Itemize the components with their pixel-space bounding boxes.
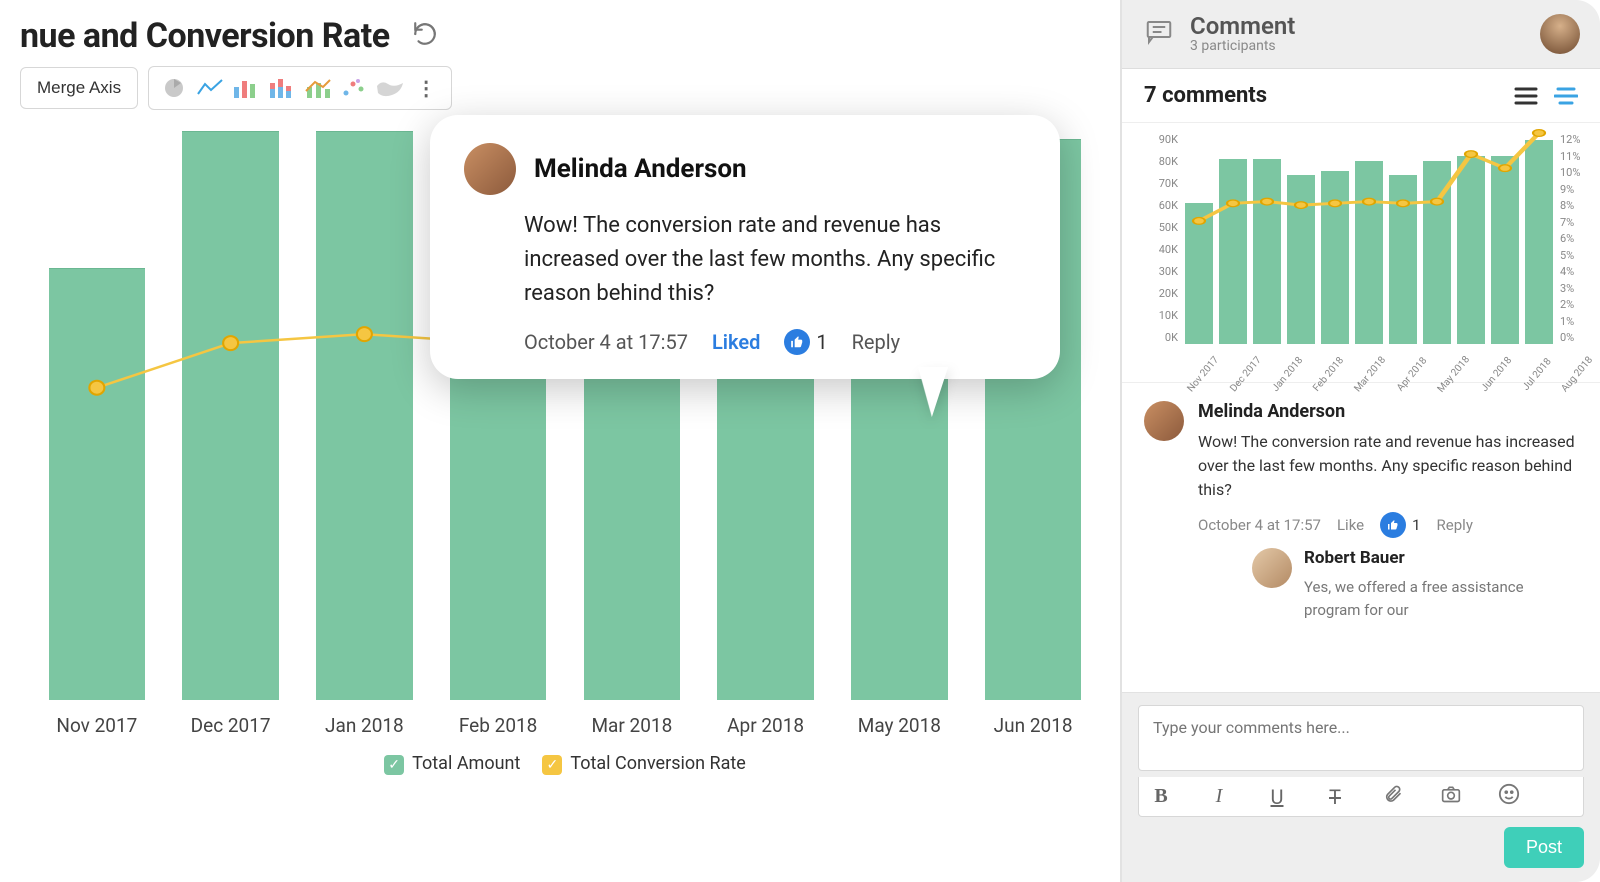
italic-icon[interactable]: I: [1207, 785, 1231, 808]
x-tick: Dec 2017: [164, 714, 298, 737]
bar-chart-icon[interactable]: [231, 73, 261, 103]
comment-list: Melinda Anderson Wow! The conversion rat…: [1122, 383, 1600, 692]
annotation-body: Wow! The conversion rate and revenue has…: [524, 209, 1026, 311]
main-panel: nue and Conversion Rate Merge Axis ⋮: [0, 0, 1120, 882]
scatter-chart-icon[interactable]: [339, 73, 369, 103]
stacked-bar-chart-icon[interactable]: [267, 73, 297, 103]
like-button[interactable]: Like: [1337, 516, 1364, 534]
reply-body: Yes, we offered a free assistance progra…: [1304, 576, 1578, 621]
x-tick: Nov 2017: [30, 714, 164, 737]
comment-reply: Robert Bauer Yes, we offered a free assi…: [1252, 548, 1578, 631]
mini-chart[interactable]: 90K80K70K60K50K40K30K20K10K0K 12%11%10%9…: [1122, 123, 1600, 383]
comment-count: 7 comments: [1144, 83, 1267, 108]
sidebar-title: Comment: [1190, 14, 1295, 38]
reply-author: Robert Bauer: [1304, 548, 1578, 568]
legend-label-1: Total Amount: [412, 753, 520, 774]
composer-toolbar: B I U T: [1138, 777, 1584, 817]
merge-axis-button[interactable]: Merge Axis: [20, 67, 138, 109]
strikethrough-icon[interactable]: T: [1323, 785, 1347, 809]
underline-icon[interactable]: U: [1265, 785, 1289, 809]
map-chart-icon[interactable]: [375, 73, 405, 103]
legend-swatch-total-conversion: ✓: [542, 755, 562, 775]
thumbs-up-icon: [784, 329, 810, 355]
refresh-icon[interactable]: [412, 21, 438, 51]
attachment-icon[interactable]: [1381, 783, 1405, 810]
more-options-icon[interactable]: ⋮: [411, 73, 441, 103]
x-tick: Apr 2018: [699, 714, 833, 737]
comment-body: Wow! The conversion rate and revenue has…: [1198, 430, 1578, 502]
comment-timestamp: October 4 at 17:57: [1198, 516, 1321, 534]
sidebar-subtitle: 3 participants: [1190, 38, 1295, 54]
thumbs-up-icon: [1380, 512, 1406, 538]
like-count[interactable]: 1: [1380, 512, 1420, 538]
line-chart-icon[interactable]: [195, 73, 225, 103]
annotation-author: Melinda Anderson: [534, 154, 747, 184]
comment-input[interactable]: [1138, 705, 1584, 771]
post-button[interactable]: Post: [1504, 827, 1584, 868]
x-tick: Jun 2018: [966, 714, 1100, 737]
current-user-avatar[interactable]: [1540, 14, 1580, 54]
pie-chart-icon[interactable]: [159, 73, 189, 103]
combo-chart-icon[interactable]: [303, 73, 333, 103]
x-tick: May 2018: [833, 714, 967, 737]
reply-button[interactable]: Reply: [1437, 516, 1473, 534]
emoji-icon[interactable]: [1497, 783, 1521, 810]
annotation-timestamp: October 4 at 17:57: [524, 330, 688, 354]
avatar: [1252, 548, 1292, 588]
comment-icon: [1142, 17, 1176, 51]
chart-type-toolbar: ⋮: [148, 66, 452, 110]
camera-icon[interactable]: [1439, 784, 1463, 809]
annotation-bubble: Melinda Anderson Wow! The conversion rat…: [430, 115, 1060, 379]
legend-label-2: Total Conversion Rate: [570, 753, 745, 774]
list-view-icon[interactable]: [1514, 86, 1538, 106]
comment-author: Melinda Anderson: [1198, 401, 1578, 422]
reply-button[interactable]: Reply: [852, 330, 901, 354]
legend-swatch-total-amount: ✓: [384, 755, 404, 775]
avatar: [464, 143, 516, 195]
comment-item: Melinda Anderson Wow! The conversion rat…: [1144, 401, 1578, 631]
chart-legend: ✓ Total Amount ✓ Total Conversion Rate: [30, 737, 1100, 775]
avatar: [1144, 401, 1184, 441]
x-tick: Jan 2018: [298, 714, 432, 737]
liked-button[interactable]: Liked: [712, 330, 760, 354]
bold-icon[interactable]: B: [1149, 785, 1173, 808]
align-view-icon[interactable]: [1554, 86, 1578, 106]
x-tick: Mar 2018: [565, 714, 699, 737]
x-tick: Feb 2018: [431, 714, 565, 737]
comment-composer: B I U T Post: [1122, 692, 1600, 882]
like-count[interactable]: 1: [784, 329, 827, 355]
app-frame: nue and Conversion Rate Merge Axis ⋮: [0, 0, 1600, 882]
page-title: nue and Conversion Rate: [20, 16, 390, 56]
comment-sidebar: Comment 3 participants 7 comments 90K80K…: [1120, 0, 1600, 882]
